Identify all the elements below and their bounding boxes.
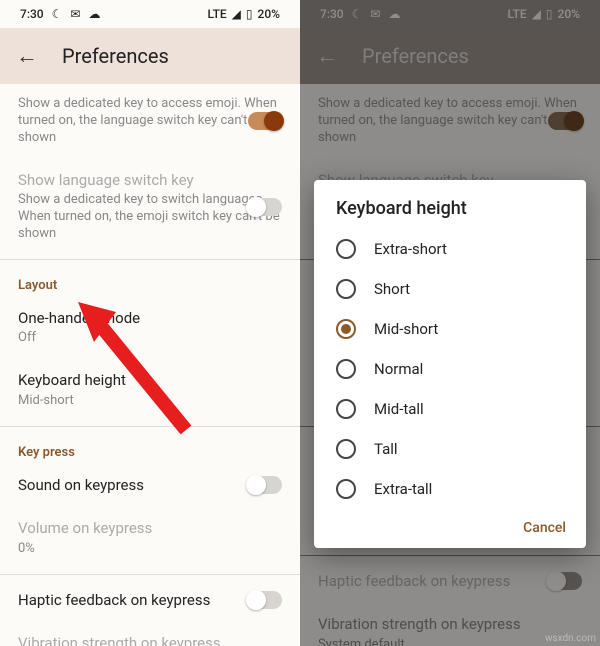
radio-option[interactable]: Short — [314, 269, 586, 309]
radio-label: Mid-tall — [374, 400, 424, 418]
radio-icon[interactable] — [336, 399, 356, 419]
sound-keypress-switch[interactable] — [248, 476, 282, 494]
radio-icon[interactable] — [336, 359, 356, 379]
radio-option[interactable]: Mid-short — [314, 309, 586, 349]
radio-option[interactable]: Normal — [314, 349, 586, 389]
right-screenshot: 7:30 ☾ ✉ ☁ LTE ◢ ▯ 20% ← Preferences Sho… — [300, 0, 600, 646]
battery-pct: 20% — [258, 7, 280, 21]
mail-icon: ✉ — [70, 7, 80, 21]
radio-icon[interactable] — [336, 279, 356, 299]
language-switch-item[interactable]: Show language switch key Show a dedicate… — [0, 159, 300, 255]
left-screenshot: 7:30 ☾ ✉ ☁ LTE ◢ ▯ 20% ← Preferences Sho… — [0, 0, 300, 646]
back-icon[interactable]: ← — [16, 43, 38, 69]
dialog-title: Keyboard height — [314, 198, 586, 229]
section-layout: Layout — [0, 264, 300, 297]
emoji-key-item[interactable]: Show a dedicated key to access emoji. Wh… — [0, 84, 300, 159]
radio-option[interactable]: Mid-tall — [314, 389, 586, 429]
battery-icon: ▯ — [246, 7, 253, 21]
radio-label: Extra-tall — [374, 480, 432, 498]
page-title: Preferences — [62, 44, 169, 68]
radio-label: Tall — [374, 440, 398, 458]
radio-label: Mid-short — [374, 320, 438, 338]
radio-icon[interactable] — [336, 479, 356, 499]
radio-label: Short — [374, 280, 410, 298]
app-header: ← Preferences — [0, 28, 300, 84]
radio-option[interactable]: Tall — [314, 429, 586, 469]
cancel-button[interactable]: Cancel — [523, 520, 566, 536]
radio-option[interactable]: Extra-tall — [314, 469, 586, 509]
volume-keypress-item[interactable]: Volume on keypress 0% — [0, 507, 300, 569]
status-bar: 7:30 ☾ ✉ ☁ LTE ◢ ▯ 20% — [0, 0, 300, 28]
radio-option[interactable]: Extra-short — [314, 229, 586, 269]
divider — [0, 574, 300, 575]
radio-label: Extra-short — [374, 240, 447, 258]
radio-label: Normal — [374, 360, 423, 378]
radio-icon[interactable] — [336, 439, 356, 459]
status-time: 7:30 — [20, 7, 44, 21]
moon-icon: ☾ — [52, 7, 63, 21]
sound-keypress-item[interactable]: Sound on keypress — [0, 464, 300, 508]
keyboard-height-item[interactable]: Keyboard height Mid-short — [0, 359, 300, 421]
radio-icon[interactable] — [336, 239, 356, 259]
network-label: LTE — [208, 7, 227, 21]
divider — [0, 426, 300, 427]
settings-list[interactable]: Show a dedicated key to access emoji. Wh… — [0, 84, 300, 646]
emoji-key-switch[interactable] — [248, 112, 282, 130]
signal-icon: ◢ — [232, 7, 241, 21]
cloud-icon: ☁ — [88, 7, 100, 21]
haptic-item[interactable]: Haptic feedback on keypress — [0, 579, 300, 623]
keyboard-height-dialog: Keyboard height Extra-short Short Mid-shor… — [314, 180, 586, 548]
radio-group: Extra-short Short Mid-short Normal Mid-tall T… — [314, 229, 586, 509]
vibration-item[interactable]: Vibration strength on keypress System de… — [0, 622, 300, 646]
one-handed-item[interactable]: One-handed mode Off — [0, 297, 300, 359]
section-keypress: Key press — [0, 431, 300, 464]
divider — [0, 259, 300, 260]
language-switch-toggle[interactable] — [248, 198, 282, 216]
haptic-switch[interactable] — [248, 591, 282, 609]
radio-icon[interactable] — [336, 319, 356, 339]
watermark: wsxdn.com — [545, 633, 596, 644]
